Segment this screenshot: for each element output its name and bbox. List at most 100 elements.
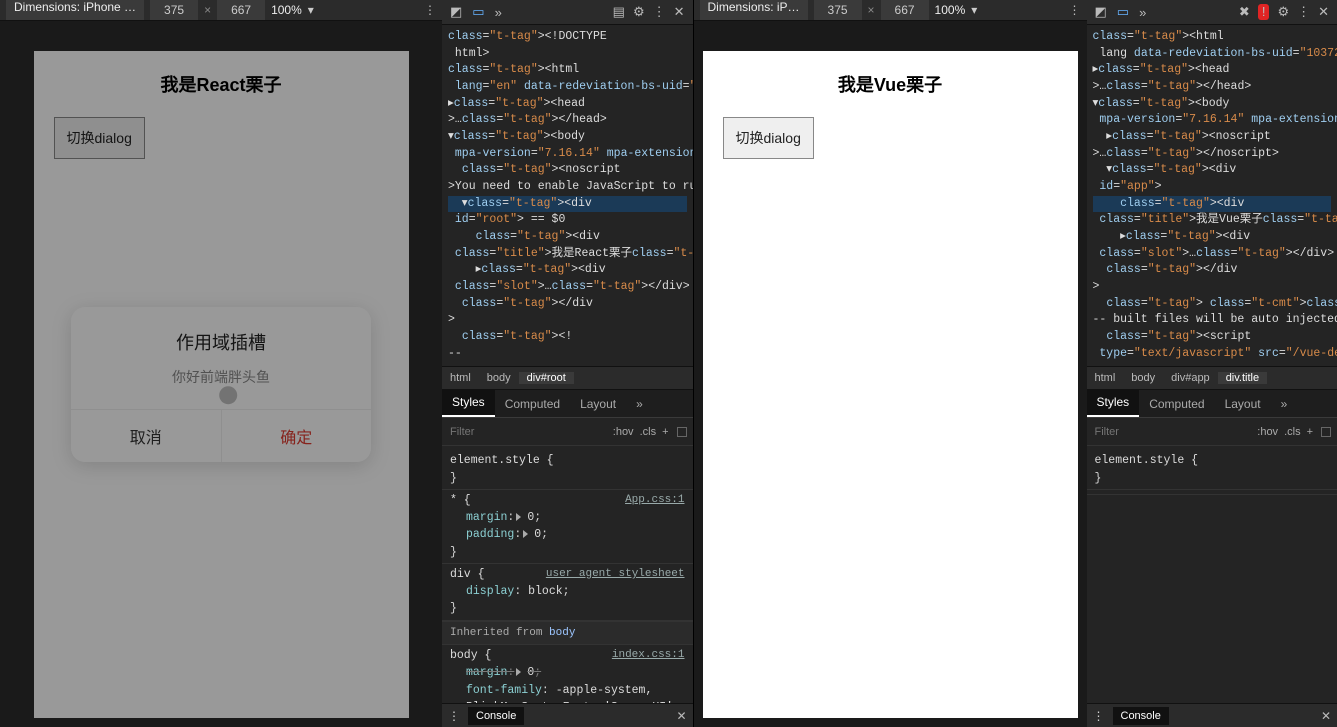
styles-filter-input[interactable] [448,425,607,439]
breadcrumb-item[interactable]: html [442,372,479,384]
elements-tree[interactable]: class="t-tag"><!DOCTYPE html>class="t-ta… [442,25,693,366]
kebab-icon[interactable]: ⋮ [1069,3,1081,17]
more-tabs-icon[interactable]: » [626,391,653,417]
dialog-ok-button[interactable]: 确定 [222,410,372,462]
dom-line[interactable]: class="t-tag"></div [1093,262,1332,279]
styles-tabs[interactable]: StylesComputedLayout» [442,390,693,418]
close-icon[interactable]: ✕ [676,709,686,723]
chevron-down-icon[interactable]: ▾ [971,3,977,17]
kebab-icon[interactable]: ⋮ [448,709,460,723]
elements-tree[interactable]: class="t-tag"><html lang data-redeviatio… [1087,25,1337,366]
more-panels-icon[interactable]: » [495,5,502,20]
tab-computed[interactable]: Computed [495,391,570,417]
box-model-icon[interactable] [675,426,687,438]
console-tab[interactable]: Console [1113,707,1169,725]
css-rule[interactable]: App.css:1* {margin:0;padding:0;} [442,490,693,564]
device-mode-icon[interactable]: ▭ [472,4,484,20]
styles-panel[interactable]: element.style {}…</span><div class="sel2… [1087,446,1337,703]
dom-line[interactable]: ▾class="t-tag"><body [1093,96,1332,113]
kebab-icon[interactable]: ⋮ [1297,4,1310,20]
inherited-link[interactable]: body [549,627,575,639]
hover-toggle[interactable]: :hov [613,426,634,438]
width-input[interactable] [150,0,198,20]
dom-line[interactable]: class="t-tag"><! [448,329,687,346]
tab-styles[interactable]: Styles [1087,389,1140,417]
dialog-cancel-button[interactable]: 取消 [71,410,222,462]
hover-toggle[interactable]: :hov [1257,426,1278,438]
dom-line[interactable]: ▸class="t-tag"><noscript [1093,129,1332,146]
dom-line[interactable]: class="t-tag"><script [1093,329,1332,346]
error-count-badge[interactable]: ! [1258,4,1270,20]
rule-source[interactable]: index.css:1 [612,647,685,664]
dom-line[interactable]: class="t-tag"></div [448,296,687,313]
height-input[interactable] [881,0,929,20]
rule-source[interactable]: App.css:1 [625,492,684,509]
styles-tabs[interactable]: StylesComputedLayout» [1087,390,1337,418]
dom-line[interactable]: class="t-tag"><noscript [448,162,687,179]
chevron-down-icon[interactable]: ▾ [308,3,314,17]
dom-line[interactable]: ▸class="t-tag"><div [448,262,687,279]
dom-line[interactable]: ▸class="t-tag"><head [448,96,687,113]
tab-styles[interactable]: Styles [442,389,495,417]
breadcrumb-item[interactable]: div.title [1218,372,1267,384]
dom-line[interactable]: class="t-tag"> class="t-cmt">class="t-ta… [1093,296,1332,313]
dom-line[interactable]: ▸class="t-tag"><div [1093,229,1332,246]
breadcrumb[interactable]: htmlbodydiv#root [442,366,693,390]
more-tabs-icon[interactable]: » [1271,391,1298,417]
css-rule[interactable]: element.style {} [442,450,693,490]
width-input[interactable] [814,0,862,20]
device-selector[interactable]: Dimensions: iPhone … [6,0,144,20]
inspect-icon[interactable]: ◩ [1095,4,1107,20]
device-selector[interactable]: Dimensions: iP… [700,0,808,20]
dom-line[interactable]: class="t-tag"><!DOCTYPE [448,29,687,46]
new-rule-button[interactable]: + [1307,426,1313,438]
zoom-select[interactable]: 100% [935,3,966,17]
breadcrumb-item[interactable]: body [1123,372,1163,384]
height-input[interactable] [217,0,265,20]
toggle-dialog-button[interactable]: 切换dialog [723,117,814,159]
gear-icon[interactable]: ⚙ [633,4,645,20]
dom-line[interactable]: ▾class="t-tag"><div [1093,162,1332,179]
dom-line[interactable]: class="t-tag"><div [1093,196,1332,213]
dom-line[interactable]: class="t-tag"><html [448,62,687,79]
breadcrumb[interactable]: htmlbodydiv#appdiv.title [1087,366,1337,390]
breadcrumb-item[interactable]: html [1087,372,1124,384]
new-rule-button[interactable]: + [662,426,668,438]
zoom-select[interactable]: 100% [271,3,302,17]
device-mode-icon[interactable]: ▭ [1117,4,1129,20]
close-icon[interactable]: ✕ [1318,4,1329,20]
comment-icon[interactable]: ▤ [613,4,625,20]
cls-toggle[interactable]: .cls [1284,426,1301,438]
dom-line[interactable]: class="t-tag"><html [1093,29,1332,46]
tab-layout[interactable]: Layout [1215,391,1271,417]
kebab-icon[interactable]: ⋮ [424,3,436,17]
css-rule[interactable]: user agent stylesheetdiv {display: block… [442,564,693,621]
box-model-icon[interactable] [1319,426,1331,438]
close-icon[interactable]: ✕ [1321,709,1331,723]
breadcrumb-item[interactable]: body [479,372,519,384]
dom-line[interactable]: ▾class="t-tag"><body [448,129,687,146]
close-icon[interactable]: ✕ [674,4,685,20]
dom-line[interactable]: class="t-tag"><div [448,229,687,246]
cls-toggle[interactable]: .cls [640,426,657,438]
console-tab[interactable]: Console [468,707,524,725]
error-badge-icon[interactable]: ✖ [1239,4,1250,20]
rule-source[interactable]: user agent stylesheet [546,566,685,583]
tab-layout[interactable]: Layout [570,391,626,417]
dom-line[interactable]: ▸class="t-tag"><head [1093,62,1332,79]
kebab-icon[interactable]: ⋮ [1093,709,1105,723]
dom-line[interactable]: ▾class="t-tag"><div [448,196,687,213]
kebab-icon[interactable]: ⋮ [653,4,666,20]
css-rule[interactable]: index.css:1body {margin:0;font-family: -… [442,645,693,703]
tab-computed[interactable]: Computed [1139,391,1214,417]
inspect-icon[interactable]: ◩ [450,4,462,20]
styles-panel[interactable]: element.style {}App.css:1* {margin:0;pad… [442,446,693,703]
breadcrumb-item[interactable]: div#root [519,372,574,384]
styles-filter-input[interactable] [1093,425,1252,439]
gear-icon[interactable]: ⚙ [1277,4,1289,20]
viewport: 我是Vue栗子 切换dialog [694,21,1087,727]
css-rule[interactable]: element.style {} [1087,450,1337,490]
breadcrumb-item[interactable]: div#app [1163,372,1218,384]
more-panels-icon[interactable]: » [1139,5,1146,20]
css-rule[interactable]: …</span><div class="sel2">.title {</div>… [1087,490,1337,495]
